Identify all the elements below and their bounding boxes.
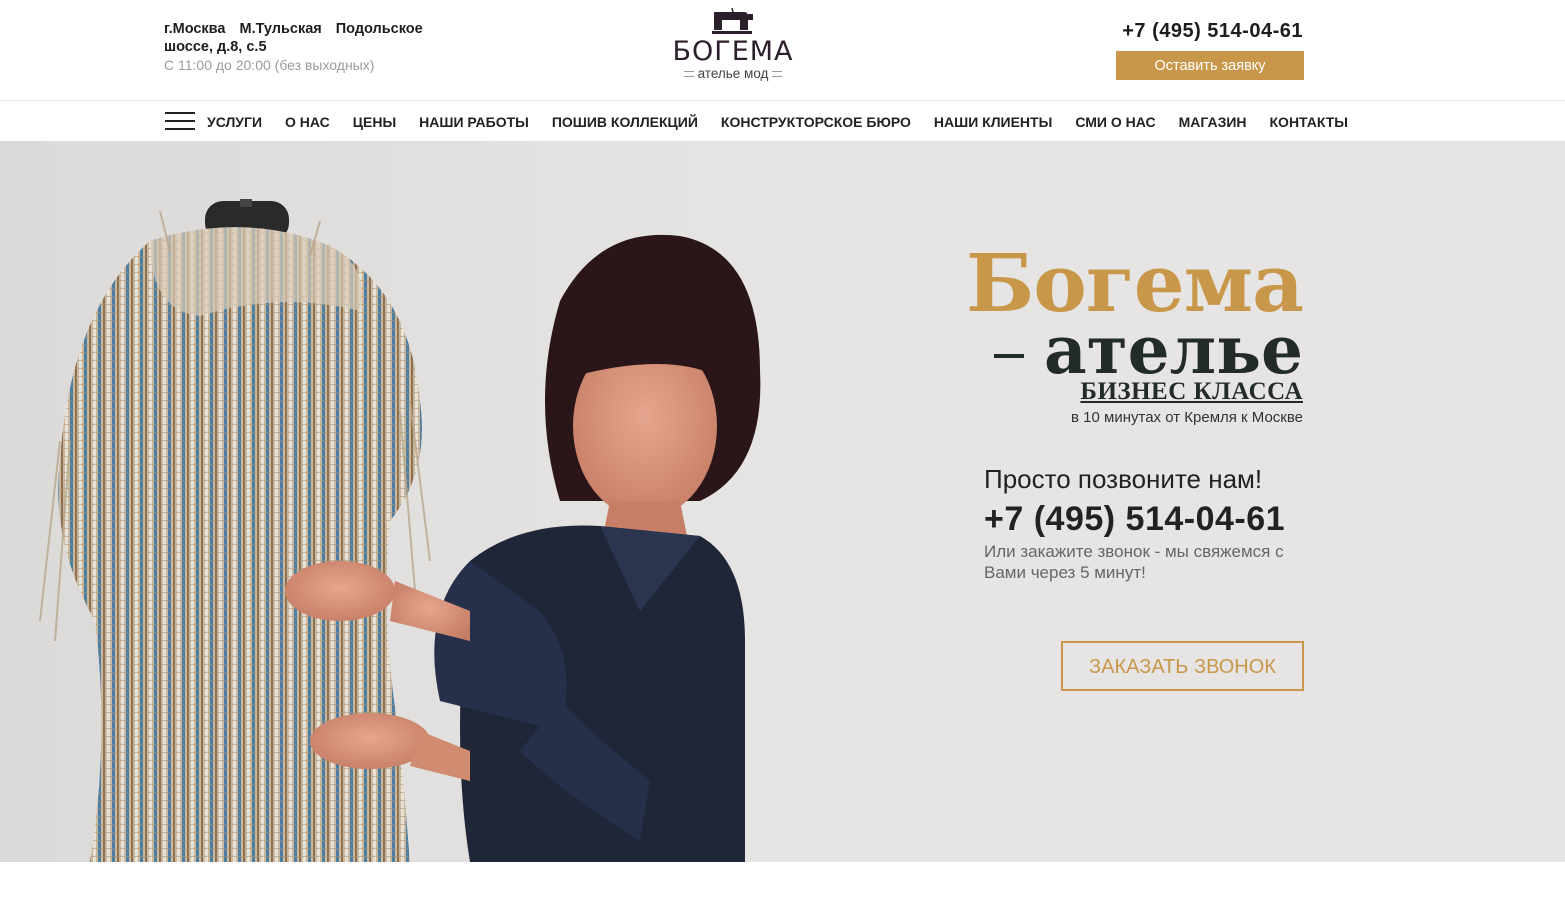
sewing-machine-icon bbox=[712, 8, 753, 34]
call-block: Просто позвоните нам! +7 (495) 514-04-61… bbox=[984, 463, 1314, 583]
leave-request-button[interactable]: Оставить заявку bbox=[1116, 51, 1304, 80]
nav-item-design-bureau[interactable]: КОНСТРУКТОРСКОЕ БЮРО bbox=[721, 114, 911, 130]
brand-location: в 10 минутах от Кремля к Москве bbox=[1071, 409, 1303, 426]
call-text: Или закажите звонок - мы свяжемся с Вами… bbox=[984, 542, 1284, 582]
nav-menu: УСЛУГИ О НАС ЦЕНЫ НАШИ РАБОТЫ ПОШИВ КОЛЛ… bbox=[207, 101, 1348, 142]
address-block: г.Москва М.Тульская Подольское шоссе, д.8,… bbox=[164, 20, 464, 74]
nav-item-contacts[interactable]: КОНТАКТЫ bbox=[1270, 114, 1348, 130]
header-phone[interactable]: +7 (495) 514-04-61 bbox=[1122, 20, 1303, 43]
nav-item-about[interactable]: О НАС bbox=[285, 114, 330, 130]
nav-item-services[interactable]: УСЛУГИ bbox=[207, 114, 262, 130]
working-hours: С 11:00 до 20:00 (без выходных) bbox=[164, 57, 375, 73]
nav-item-works[interactable]: НАШИ РАБОТЫ bbox=[419, 114, 529, 130]
site-logo[interactable]: БОГЕМА ателье мод bbox=[668, 8, 798, 94]
brand-title: Богема bbox=[966, 236, 1304, 330]
nav-item-prices[interactable]: ЦЕНЫ bbox=[353, 114, 396, 130]
nav-item-media[interactable]: СМИ О НАС bbox=[1075, 114, 1155, 130]
hamburger-menu-icon[interactable] bbox=[165, 112, 195, 132]
brand-block: Богема ателье БИЗНЕС КЛАССА в 10 минутах… bbox=[966, 236, 1304, 426]
brand-class: БИЗНЕС КЛАССА bbox=[1080, 378, 1303, 405]
logo-subtitle: ателье мод bbox=[697, 66, 769, 81]
nav-item-clients[interactable]: НАШИ КЛИЕНТЫ bbox=[934, 114, 1052, 130]
nav-item-shop[interactable]: МАГАЗИН bbox=[1179, 114, 1247, 130]
site-header: г.Москва М.Тульская Подольское шоссе, д.8,… bbox=[0, 0, 1565, 100]
dash-decoration bbox=[994, 354, 1025, 358]
logo-name: БОГЕМА bbox=[672, 36, 794, 67]
main-nav: УСЛУГИ О НАС ЦЕНЫ НАШИ РАБОТЫ ПОШИВ КОЛЛ… bbox=[0, 100, 1565, 142]
address-city: г.Москва bbox=[164, 21, 226, 37]
hero-banner: Богема ателье БИЗНЕС КЛАССА в 10 минутах… bbox=[0, 141, 1565, 862]
hero-photo bbox=[0, 141, 800, 862]
call-title: Просто позвоните нам! bbox=[984, 464, 1263, 494]
nav-item-collections[interactable]: ПОШИВ КОЛЛЕКЦИЙ bbox=[552, 114, 698, 130]
order-call-button[interactable]: ЗАКАЗАТЬ ЗВОНОК bbox=[1061, 641, 1304, 691]
call-phone[interactable]: +7 (495) 514-04-61 bbox=[984, 499, 1314, 539]
address-metro: М.Тульская bbox=[239, 21, 322, 37]
